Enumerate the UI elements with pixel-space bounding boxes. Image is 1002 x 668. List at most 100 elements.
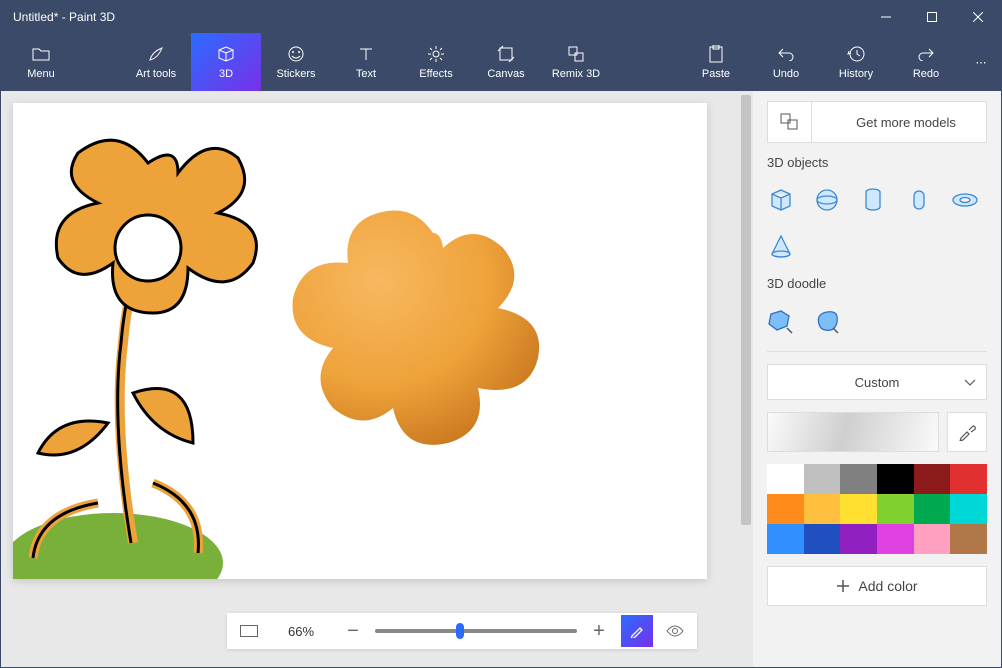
material-preview[interactable]	[767, 412, 939, 452]
edit-mode-button[interactable]	[621, 615, 653, 647]
3d-doodle-heading: 3D doodle	[767, 276, 987, 291]
art-tools-label: Art tools	[136, 68, 176, 80]
title-bar: Untitled* - Paint 3D	[1, 1, 1001, 33]
canvas-label: Canvas	[487, 68, 524, 80]
cube-icon	[217, 44, 235, 64]
color-swatch[interactable]	[877, 464, 914, 494]
fit-screen-button[interactable]	[233, 615, 265, 647]
menu-button[interactable]: Menu	[1, 33, 81, 91]
text-icon	[357, 44, 375, 64]
redo-button[interactable]: Redo	[891, 33, 961, 91]
undo-label: Undo	[773, 68, 799, 80]
color-swatch[interactable]	[804, 464, 841, 494]
color-swatch[interactable]	[950, 494, 987, 524]
canvas-button[interactable]: Canvas	[471, 33, 541, 91]
cone-shape[interactable]	[767, 232, 795, 260]
color-swatch[interactable]	[914, 464, 951, 494]
eyedropper-button[interactable]	[947, 412, 987, 452]
color-swatch[interactable]	[840, 524, 877, 554]
3d-objects-grid	[767, 182, 987, 264]
cube-shape[interactable]	[767, 186, 795, 214]
color-swatch[interactable]	[804, 494, 841, 524]
effects-icon	[427, 44, 445, 64]
color-swatch[interactable]	[840, 464, 877, 494]
redo-icon	[917, 44, 935, 64]
clipboard-icon	[708, 44, 724, 64]
zoom-percent[interactable]: 66%	[271, 624, 331, 639]
paint3d-window: Untitled* - Paint 3D Menu Art tools 3D S…	[0, 0, 1002, 668]
color-swatch[interactable]	[877, 524, 914, 554]
color-swatch[interactable]	[767, 464, 804, 494]
canvas-icon	[497, 44, 515, 64]
text-label: Text	[356, 68, 376, 80]
get-models-label: Get more models	[826, 115, 986, 130]
history-icon	[847, 44, 865, 64]
sphere-shape[interactable]	[813, 186, 841, 214]
zoom-slider[interactable]	[375, 629, 577, 633]
stickers-button[interactable]: Stickers	[261, 33, 331, 91]
canvas-viewport[interactable]: 66% − +	[1, 91, 753, 667]
text-button[interactable]: Text	[331, 33, 401, 91]
brush-icon	[147, 44, 165, 64]
material-select[interactable]: Custom	[767, 364, 987, 400]
color-swatch[interactable]	[914, 494, 951, 524]
more-label: ⋯	[976, 56, 987, 69]
ribbon-bar: Menu Art tools 3D Stickers Text Effects …	[1, 33, 1001, 91]
add-color-label: Add color	[858, 578, 917, 594]
paste-label: Paste	[702, 68, 730, 80]
zoom-in-button[interactable]: +	[583, 615, 615, 647]
color-swatch[interactable]	[950, 524, 987, 554]
get-models-button[interactable]: Get more models	[767, 101, 987, 143]
effects-label: Effects	[419, 68, 452, 80]
remix3d-label: Remix 3D	[552, 68, 600, 80]
plus-icon	[836, 579, 850, 593]
more-button[interactable]: ⋯	[961, 33, 1001, 91]
minimize-button[interactable]	[863, 1, 909, 33]
undo-button[interactable]: Undo	[751, 33, 821, 91]
capsule-shape[interactable]	[905, 186, 933, 214]
side-panel: Get more models 3D objects 3D doodle Cus…	[753, 91, 1001, 667]
material-select-label: Custom	[855, 375, 900, 390]
history-label: History	[839, 68, 873, 80]
remix3d-button[interactable]: Remix 3D	[541, 33, 611, 91]
chevron-down-icon	[964, 375, 976, 390]
3d-button[interactable]: 3D	[191, 33, 261, 91]
color-swatch[interactable]	[840, 494, 877, 524]
zoom-toolbar: 66% − +	[227, 613, 697, 649]
view-mode-button[interactable]	[659, 615, 691, 647]
3d-doodle-grid	[767, 303, 987, 339]
canvas-artwork	[13, 103, 707, 579]
zoom-slider-knob[interactable]	[456, 623, 464, 639]
canvas[interactable]	[13, 103, 707, 579]
content-area: 66% − + Get more models 3D objects	[1, 91, 1001, 667]
color-swatch[interactable]	[914, 524, 951, 554]
doodle-sharp[interactable]	[767, 307, 795, 335]
history-button[interactable]: History	[821, 33, 891, 91]
doodle-soft[interactable]	[813, 307, 841, 335]
stickers-label: Stickers	[276, 68, 315, 80]
window-title: Untitled* - Paint 3D	[1, 10, 863, 24]
color-swatch[interactable]	[767, 494, 804, 524]
zoom-out-button[interactable]: −	[337, 615, 369, 647]
3d-objects-heading: 3D objects	[767, 155, 987, 170]
scrollbar-thumb[interactable]	[741, 95, 751, 525]
close-button[interactable]	[955, 1, 1001, 33]
color-swatch[interactable]	[877, 494, 914, 524]
redo-label: Redo	[913, 68, 939, 80]
canvas-scrollbar[interactable]	[739, 91, 753, 667]
torus-shape[interactable]	[951, 186, 979, 214]
undo-icon	[777, 44, 795, 64]
sticker-icon	[287, 44, 305, 64]
folder-icon	[32, 44, 50, 64]
models-icon	[768, 102, 812, 142]
effects-button[interactable]: Effects	[401, 33, 471, 91]
maximize-button[interactable]	[909, 1, 955, 33]
add-color-button[interactable]: Add color	[767, 566, 987, 606]
color-swatch[interactable]	[804, 524, 841, 554]
art-tools-button[interactable]: Art tools	[121, 33, 191, 91]
remix-icon	[567, 44, 585, 64]
cylinder-shape[interactable]	[859, 186, 887, 214]
color-swatch[interactable]	[950, 464, 987, 494]
paste-button[interactable]: Paste	[681, 33, 751, 91]
color-swatch[interactable]	[767, 524, 804, 554]
